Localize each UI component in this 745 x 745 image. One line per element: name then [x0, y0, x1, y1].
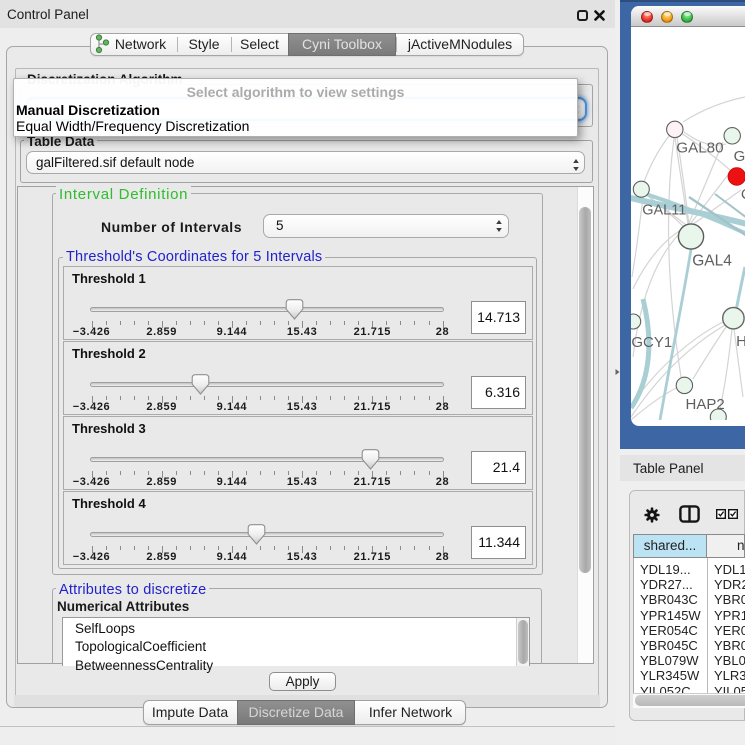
svg-text:HAP: HAP [736, 333, 745, 350]
svg-text:GAL11: GAL11 [642, 203, 686, 219]
svg-text:GAL80: GAL80 [676, 140, 723, 157]
svg-text:GAL2: GAL2 [734, 148, 745, 165]
svg-text:GCY1: GCY1 [631, 334, 672, 351]
svg-text:GAL4: GAL4 [692, 253, 732, 270]
svg-text:HAP2: HAP2 [686, 396, 725, 413]
svg-text:CDC1: CDC1 [741, 186, 745, 203]
